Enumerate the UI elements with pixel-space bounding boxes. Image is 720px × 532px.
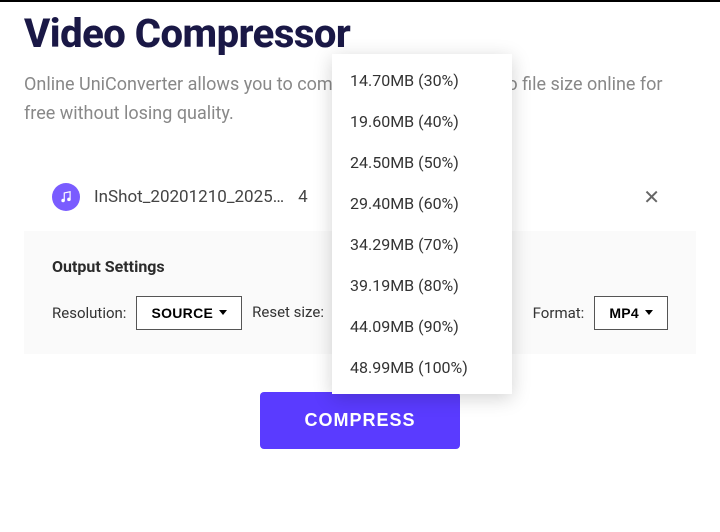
top-border [0,0,720,2]
chevron-down-icon [645,310,653,315]
reset-size-label: Reset size: [252,304,324,321]
dropdown-item[interactable]: 44.09MB (90%) [332,306,512,347]
close-icon[interactable]: ✕ [635,181,668,213]
dropdown-item[interactable]: 24.50MB (50%) [332,142,512,183]
format-select[interactable]: MP4 [594,296,668,330]
resolution-label: Resolution: [52,304,126,322]
resolution-value: SOURCE [151,305,213,321]
music-note-icon [52,183,80,211]
dropdown-item[interactable]: 34.29MB (70%) [332,224,512,265]
dropdown-item[interactable]: 39.19MB (80%) [332,265,512,306]
dropdown-item[interactable]: 14.70MB (30%) [332,60,512,101]
format-value: MP4 [609,305,639,321]
format-label: Format: [533,304,585,322]
reset-size-dropdown[interactable]: 14.70MB (30%) 19.60MB (40%) 24.50MB (50%… [332,54,512,394]
dropdown-item[interactable]: 19.60MB (40%) [332,101,512,142]
resolution-select[interactable]: SOURCE [136,296,242,330]
chevron-down-icon [219,310,227,315]
dropdown-item[interactable]: 29.40MB (60%) [332,183,512,224]
page-title: Video Compressor [24,10,696,57]
file-name: InShot_20201210_2025… [94,187,284,207]
file-size: 4 [298,187,308,207]
compress-button[interactable]: COMPRESS [260,392,459,449]
dropdown-item[interactable]: 48.99MB (100%) [332,347,512,388]
